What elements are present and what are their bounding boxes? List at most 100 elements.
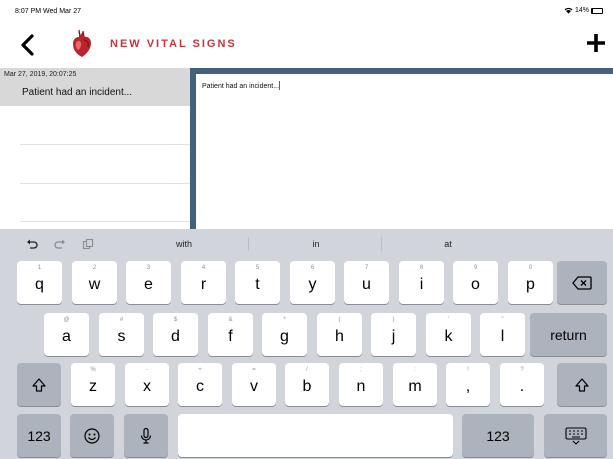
key-7-row2[interactable]: ) j [371,313,416,356]
list-item-preview: Patient had an incident... [22,87,133,98]
battery-icon [591,7,603,14]
key-4-row1[interactable]: 4r [181,261,226,304]
key-1-row2[interactable]: @ a [44,313,89,356]
key-hint: 5 [255,265,260,271]
key-letter: c [196,378,204,395]
undo-icon[interactable] [26,238,38,250]
text-caret [279,81,281,90]
key-2-row1[interactable]: 2w [72,261,117,304]
key-hint: 9 [473,265,478,271]
key-7-row3[interactable]: :m [393,363,437,406]
key-hint: ; [360,367,362,373]
suggestion-with[interactable]: with [154,239,214,249]
page-title: NEW VITAL SIGNS [110,38,237,50]
key-letter: z [89,378,97,395]
on-screen-keyboard: with in at return 123 123 1 q 2 w 3 e 4 … [0,229,613,459]
key-hint: & [228,317,233,323]
key-hint: : [414,367,416,373]
key-letter: f [228,328,233,345]
key-5-row1[interactable]: 5t [235,261,280,304]
key-hint: 1 [37,265,42,271]
app-screen: 8:07 PM Wed Mar 27 14% NEW VITAL SIGNS M… [0,0,613,459]
key-8-row2[interactable]: ' k [426,313,471,356]
key-hint: ( [338,317,341,323]
redo-icon[interactable] [54,238,66,250]
key-10-row1[interactable]: 0p [508,261,553,304]
key-letter: m [408,378,422,395]
key-1-row1[interactable]: 1q [17,261,62,304]
heart-icon [73,29,91,57]
key-2-row3[interactable]: -x [125,363,169,406]
key-3-row2[interactable]: $ d [153,313,198,356]
numbers-key-left[interactable]: 123 [17,414,61,457]
status-time: 8:07 PM Wed Mar 27 [15,8,82,15]
key-9-row2[interactable]: " l [480,313,525,356]
shift-key-right[interactable] [557,363,607,406]
return-key-label: return [550,326,587,343]
microphone-icon [140,427,152,444]
key-9-row3[interactable]: ?. [500,363,544,406]
key-6-row3[interactable]: ; n [339,363,383,406]
chevron-left-icon[interactable] [18,34,38,56]
key-6-row2[interactable]: (h [317,313,362,356]
key-9-row1[interactable]: 9o [453,261,498,304]
key-3-row1[interactable]: 3e [126,261,171,304]
key-1-row3[interactable]: % z [71,363,115,406]
key-2-row2[interactable]: # s [99,313,144,356]
suggestion-in[interactable]: in [286,239,346,249]
hide-keyboard-key[interactable] [544,414,607,457]
wifi-icon [564,7,573,14]
list-item[interactable]: Mar 27, 2019, 20:07:25 Patient had an in… [0,68,190,106]
key-4-row3[interactable]: = v [232,363,276,406]
suggestion-at[interactable]: at [418,239,478,249]
emoji-key[interactable] [70,414,114,457]
note-text-content: Patient had an incident... [202,81,281,90]
key-hint: * [283,317,286,323]
key-letter: u [362,276,371,293]
numbers-key-right[interactable]: 123 [462,414,534,457]
key-hint: ) [392,317,395,323]
key-letter: s [117,328,126,345]
key-7-row1[interactable]: 7u [344,261,389,304]
battery-level [592,8,594,13]
note-text: Patient had an incident... [202,83,280,90]
shift-key-left[interactable] [17,363,61,406]
key-3-row3[interactable]: + c [178,363,222,406]
key-hint: 4 [201,265,206,271]
keyboard-hide-icon [564,426,587,445]
key-8-row3[interactable]: !, [446,363,490,406]
delete-icon [572,275,592,290]
key-letter: o [471,276,480,293]
key-letter: , [465,378,471,395]
key-letter: e [144,276,153,293]
key-hint: - [146,367,148,373]
key-5-row3[interactable]: / b [285,363,329,406]
note-text-area[interactable]: Patient had an incident... [196,74,613,230]
key-hint: + [198,367,202,373]
key-hint: 3 [146,265,151,271]
delete-key[interactable] [557,261,607,304]
plus-icon[interactable] [587,34,605,52]
dictation-key[interactable] [124,414,168,457]
space-key[interactable] [178,414,453,457]
key-hint: $ [173,317,178,323]
suggestion-bar: with in at [0,229,613,259]
key-letter: h [335,328,344,345]
key-letter: t [255,276,260,293]
key-5-row2[interactable]: * g [262,313,307,356]
vital-signs-list: Mar 27, 2019, 20:07:25 Patient had an in… [0,68,190,230]
navigation-bar: NEW VITAL SIGNS [0,22,613,66]
return-key[interactable]: return [530,313,607,356]
key-hint: ! [467,367,469,373]
key-4-row2[interactable]: & f [208,313,253,356]
suggestion-divider [381,237,382,251]
key-8-row1[interactable]: 8i [399,261,444,304]
key-letter: p [526,276,535,293]
key-6-row1[interactable]: 6y [290,261,335,304]
key-hint: % [90,367,96,373]
key-hint: 6 [310,265,315,271]
paste-icon[interactable] [82,238,94,250]
status-bar: 8:07 PM Wed Mar 27 14% [0,0,613,22]
key-letter: q [35,276,44,293]
key-letter: w [88,276,101,293]
